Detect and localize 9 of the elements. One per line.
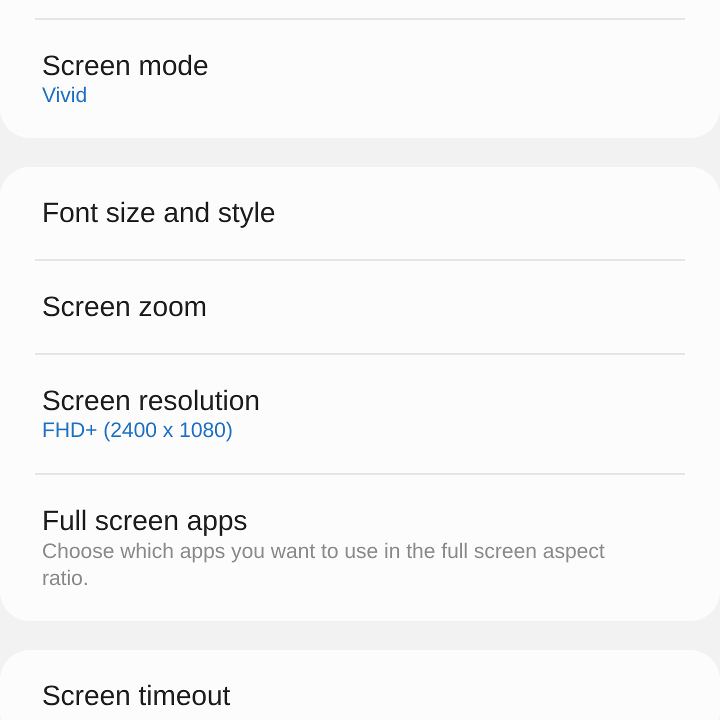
setting-title[interactable]: Screen resolution	[42, 384, 678, 418]
setting-description: Choose which apps you want to use in the full screen aspect ratio.	[42, 539, 606, 592]
setting-title[interactable]: Screen timeout	[42, 679, 678, 713]
setting-title[interactable]: Screen mode	[42, 49, 678, 83]
setting-title[interactable]: Screen zoom	[42, 290, 678, 324]
setting-title[interactable]: Font size and style	[42, 196, 678, 230]
setting-title[interactable]: Full screen apps	[42, 504, 678, 538]
setting-value: Vivid	[42, 83, 88, 109]
setting-value: FHD+ (2400 x 1080)	[42, 418, 234, 444]
